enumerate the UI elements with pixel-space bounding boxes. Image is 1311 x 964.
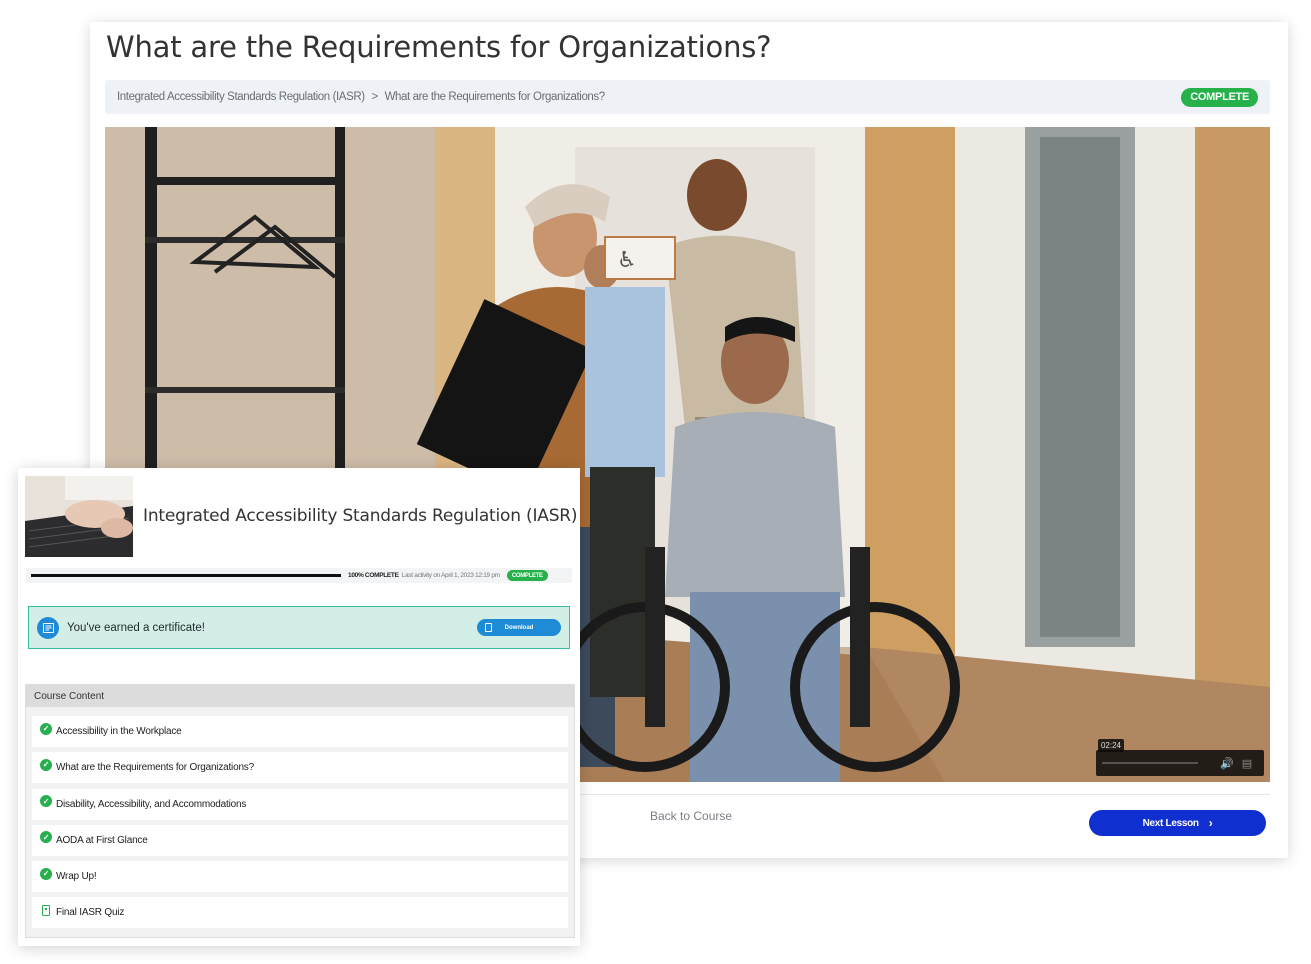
volume-icon[interactable]: 🔊	[1220, 757, 1234, 770]
course-title: Integrated Accessibility Standards Regul…	[143, 506, 578, 526]
lesson-item-disability-accessibility-accommodations[interactable]: ✓ Disability, Accessibility, and Accommo…	[32, 788, 568, 820]
document-icon	[485, 623, 492, 632]
check-circle-icon: ✓	[40, 758, 52, 771]
breadcrumb: Integrated Accessibility Standards Regul…	[117, 91, 605, 103]
lesson-item-accessibility-in-workplace[interactable]: ✓ Accessibility in the Workplace	[32, 716, 568, 747]
lesson-item-label: What are the Requirements for Organizati…	[56, 762, 254, 774]
quiz-item-final-iasr-quiz[interactable]: Final IASR Quiz	[32, 897, 568, 929]
next-lesson-label: Next Lesson	[1142, 817, 1199, 829]
course-content-header: Course Content	[26, 685, 574, 707]
certificate-message: You've earned a certificate!	[67, 621, 205, 634]
lesson-item-label: Accessibility in the Workplace	[56, 726, 182, 737]
check-circle-icon: ✓	[40, 722, 52, 735]
course-card: Integrated Accessibility Standards Regul…	[18, 468, 580, 946]
quiz-item-label: Final IASR Quiz	[56, 907, 125, 919]
lesson-item-label: Wrap Up!	[56, 871, 97, 883]
svg-text:♿: ♿	[617, 248, 637, 273]
breadcrumb-course-link[interactable]: Integrated Accessibility Standards Regul…	[117, 91, 365, 103]
course-thumbnail	[25, 476, 133, 557]
course-progress: 100% COMPLETE Last activity on April 1, …	[26, 568, 572, 583]
quiz-icon	[42, 905, 50, 917]
last-activity: Last activity on April 1, 2023 12:19 pm	[401, 572, 500, 579]
footer-divider	[580, 794, 1270, 795]
status-badge: COMPLETE	[1181, 87, 1258, 107]
captions-icon[interactable]: ▤	[1242, 757, 1252, 770]
chevron-right-icon: ›	[1208, 816, 1213, 830]
breadcrumb-bar: Integrated Accessibility Standards Regul…	[105, 80, 1270, 114]
course-content-panel: Course Content ✓ Accessibility in the Wo…	[25, 684, 575, 938]
course-progress-fill	[31, 574, 341, 577]
breadcrumb-separator: >	[371, 91, 378, 103]
video-controls: 🔊 ▤	[1096, 750, 1264, 776]
lesson-item-aoda-at-first-glance[interactable]: ✓ AODA at First Glance	[32, 824, 568, 856]
check-circle-icon: ✓	[40, 867, 52, 880]
check-circle-icon: ✓	[40, 831, 52, 844]
lesson-item-label: AODA at First Glance	[56, 834, 148, 846]
download-certificate-button[interactable]: Download	[477, 619, 561, 636]
certificate-banner: You've earned a certificate! Download	[28, 606, 570, 649]
lesson-item-requirements-for-organizations[interactable]: ✓ What are the Requirements for Organiza…	[32, 752, 568, 784]
lesson-item-label: Disability, Accessibility, and Accommoda…	[56, 798, 247, 810]
lesson-item-wrap-up[interactable]: ✓ Wrap Up!	[32, 861, 568, 893]
download-label: Download	[504, 624, 534, 631]
page-title: What are the Requirements for Organizati…	[106, 30, 772, 64]
course-content-list: ✓ Accessibility in the Workplace ✓ What …	[26, 707, 574, 929]
progress-percent: 100% COMPLETE	[348, 572, 399, 579]
back-to-course-link[interactable]: Back to Course	[650, 809, 732, 823]
breadcrumb-current: What are the Requirements for Organizati…	[384, 91, 606, 103]
certificate-icon	[37, 616, 59, 639]
video-progress-track[interactable]	[1102, 762, 1198, 764]
check-circle-icon: ✓	[40, 795, 52, 808]
course-progress-track	[31, 574, 341, 577]
course-status-badge: COMPLETE	[506, 570, 548, 581]
next-lesson-button[interactable]: Next Lesson ›	[1089, 810, 1266, 836]
